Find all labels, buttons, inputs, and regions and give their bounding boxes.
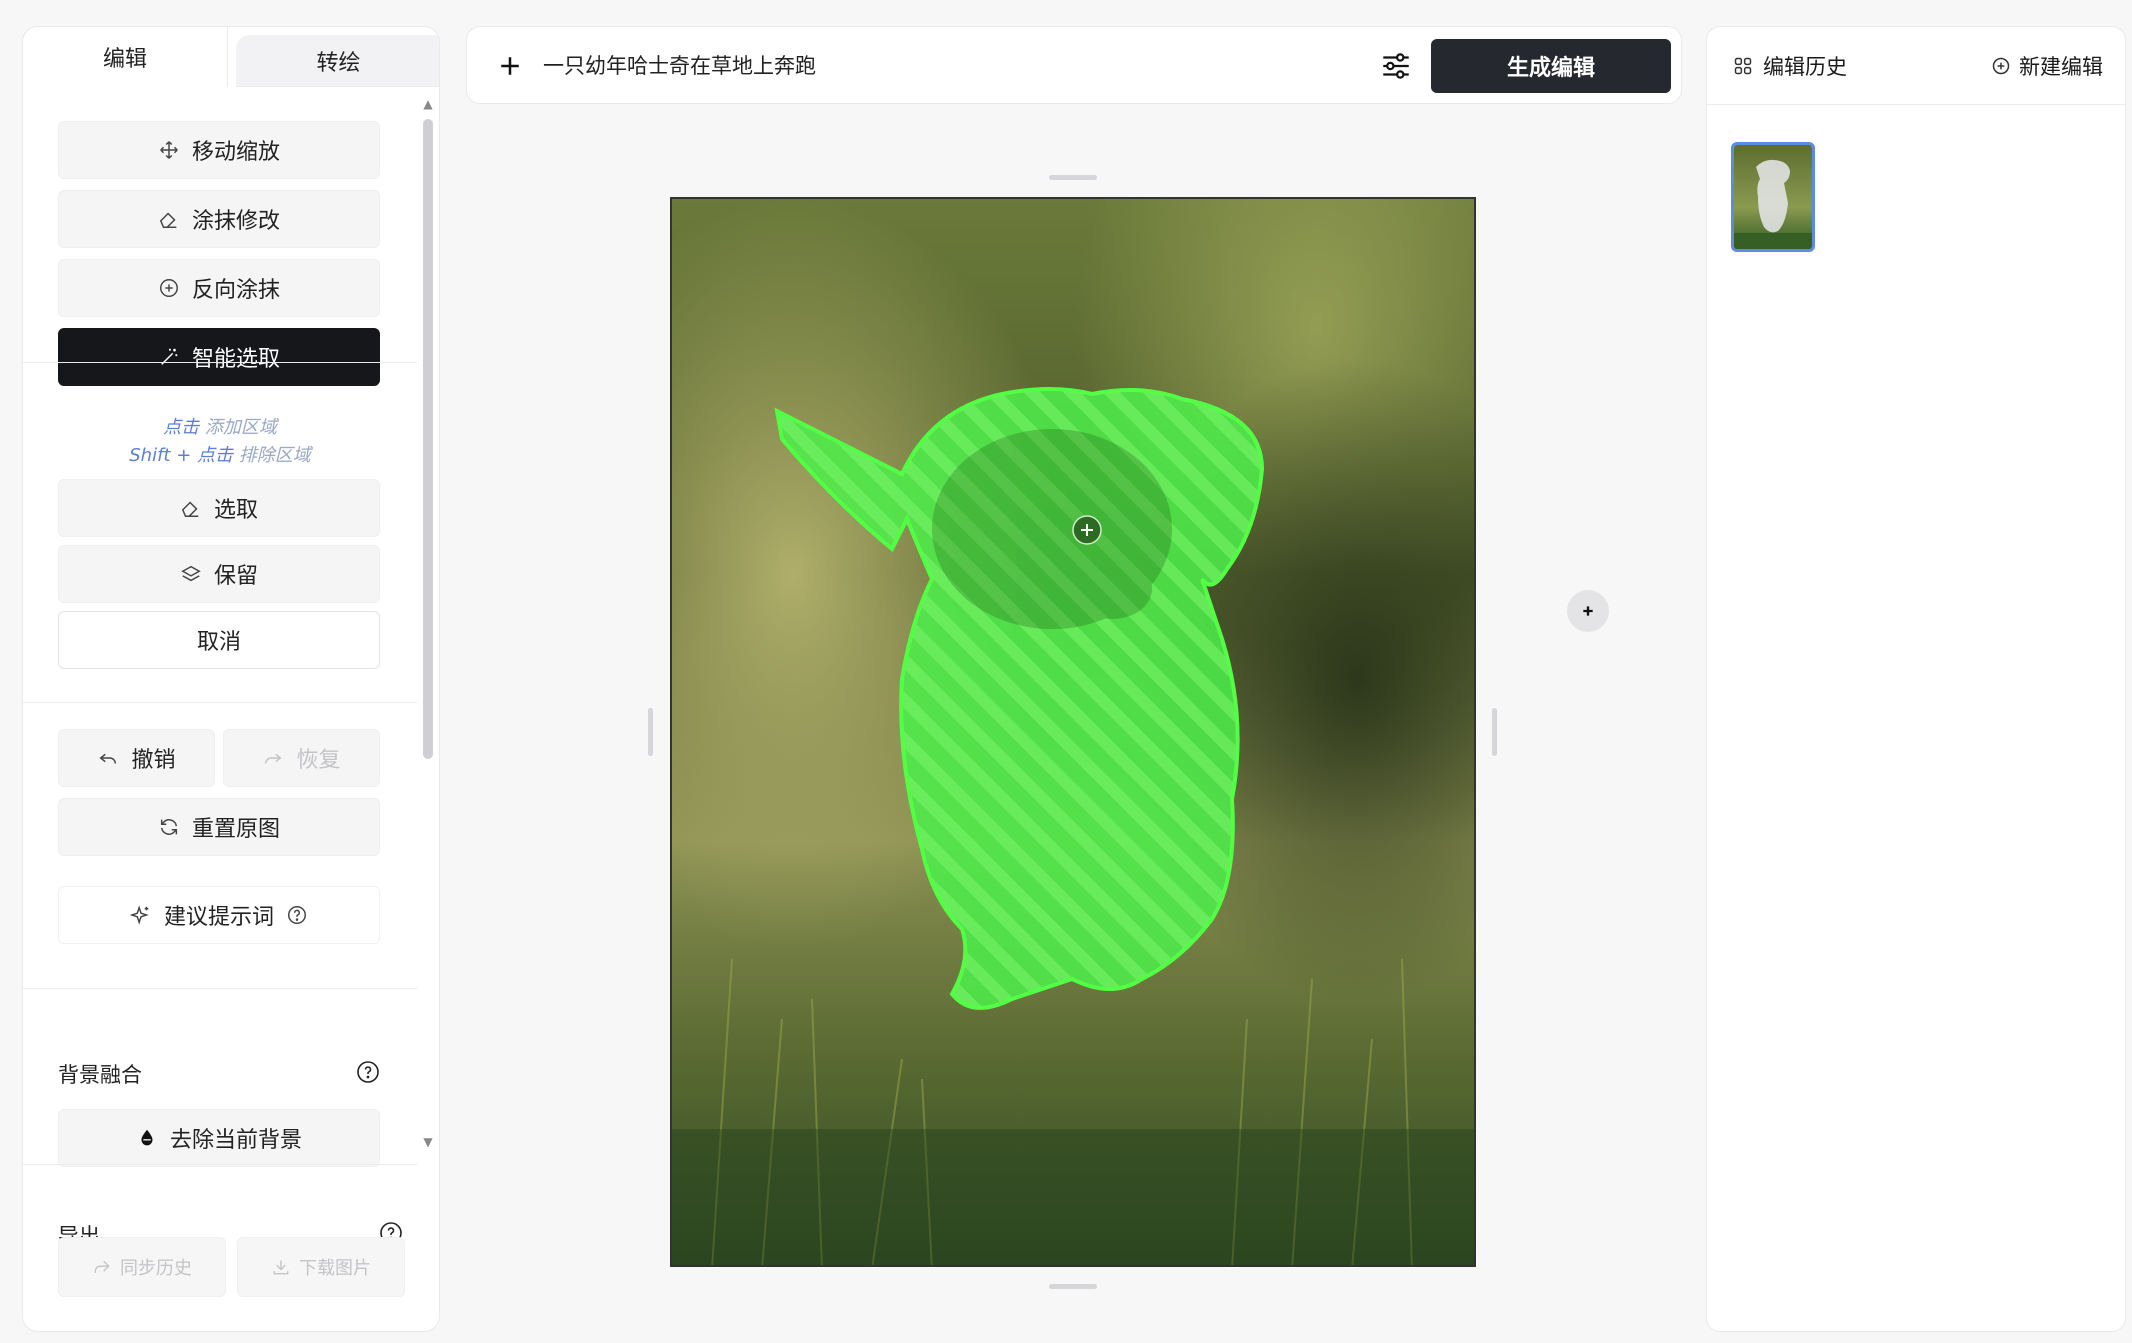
redo-button[interactable]: 恢复: [223, 729, 380, 787]
sync-history-button[interactable]: 同步历史: [58, 1237, 226, 1297]
divider: [23, 1164, 417, 1165]
undo-icon: [99, 753, 117, 764]
brush-button[interactable]: 涂抹修改: [58, 190, 380, 248]
hint-exclude-label: 排除区域: [233, 445, 311, 466]
resize-handle-left[interactable]: [648, 708, 653, 756]
undo-button[interactable]: 撤销: [58, 729, 215, 787]
resize-handle-bottom[interactable]: [1049, 1284, 1097, 1289]
remove-background-button[interactable]: 去除当前背景: [58, 1109, 380, 1167]
redo-label: 恢复: [296, 748, 341, 773]
edit-canvas[interactable]: [670, 197, 1476, 1267]
download-icon: [273, 1260, 289, 1275]
help-icon[interactable]: [286, 904, 308, 926]
reset-image-label: 重置原图: [191, 817, 280, 842]
eraser-icon: [181, 501, 199, 517]
divider: [23, 702, 417, 703]
hint-exclude: Shift + 点击 排除区域: [23, 441, 417, 467]
scroll-up-arrow[interactable]: ▲: [421, 97, 435, 111]
download-image-label: 下载图片: [299, 1258, 371, 1279]
magic-wand-icon: [161, 348, 178, 365]
history-title: 编辑历史: [1733, 51, 1847, 81]
keep-label: 保留: [213, 564, 258, 589]
panel-tabs: 编辑 转绘: [23, 27, 439, 87]
inverse-brush-label: 反向涂抹: [191, 278, 280, 303]
help-icon[interactable]: [356, 1060, 380, 1084]
add-panel-button[interactable]: [1567, 590, 1609, 632]
scrollbar-thumb[interactable]: [423, 119, 433, 759]
tab-redraw[interactable]: 转绘: [236, 35, 439, 87]
select-label: 选取: [213, 498, 258, 523]
cancel-button[interactable]: 取消: [58, 611, 380, 669]
hint-add: 点击 添加区域: [23, 413, 417, 439]
plus-circle-icon: [1992, 57, 2010, 75]
generate-edit-button[interactable]: 生成编辑: [1431, 39, 1671, 93]
new-edit-button[interactable]: 新建编辑: [1991, 51, 2103, 81]
prompt-input[interactable]: [543, 47, 1263, 83]
download-image-button[interactable]: 下载图片: [237, 1237, 405, 1297]
inverse-brush-button[interactable]: 反向涂抹: [58, 259, 380, 317]
layers-icon: [181, 565, 201, 582]
remove-background-label: 去除当前背景: [169, 1128, 302, 1153]
plus-icon: [1583, 606, 1593, 616]
scroll-down-arrow[interactable]: ▼: [421, 1135, 435, 1149]
hint-shift-click: Shift + 点击: [129, 445, 234, 466]
resize-handle-top[interactable]: [1049, 175, 1097, 180]
grid-icon: [1734, 57, 1752, 75]
hint-click: 点击: [163, 417, 200, 438]
background-blend-title: 背景融合: [58, 1063, 142, 1087]
divider: [23, 988, 417, 989]
new-edit-label: 新建编辑: [2019, 55, 2103, 79]
resize-handle-right[interactable]: [1492, 708, 1497, 756]
redo-icon: [265, 753, 282, 764]
history-header: 编辑历史 新建编辑: [1707, 27, 2125, 105]
smart-select-label: 智能选取: [191, 347, 280, 372]
keep-button[interactable]: 保留: [58, 545, 380, 603]
cancel-label: 取消: [196, 630, 241, 655]
suggest-prompt-label: 建议提示词: [163, 905, 274, 930]
drop-icon: [141, 1129, 153, 1146]
tab-edit[interactable]: 编辑: [23, 27, 228, 87]
eraser-icon: [159, 212, 177, 228]
suggest-prompt-button[interactable]: 建议提示词: [58, 886, 380, 944]
sparkle-icon: [129, 905, 149, 925]
smart-select-button[interactable]: 智能选取: [58, 328, 380, 386]
history-panel: 编辑历史 新建编辑: [1706, 26, 2126, 1332]
prompt-bar: 生成编辑: [466, 26, 1682, 104]
hint-add-label: 添加区域: [199, 417, 277, 438]
plus-circle-icon: [160, 279, 178, 297]
history-thumbnail[interactable]: [1731, 142, 1815, 252]
left-panel: 编辑 转绘 ▲ ▼ 移动缩放 涂抹修改 反向涂抹 智能选取 点击 添加区域 Sh…: [22, 26, 440, 1332]
history-title-label: 编辑历史: [1763, 55, 1847, 79]
refresh-icon: [160, 819, 178, 835]
sliders-icon[interactable]: [1379, 49, 1413, 83]
undo-label: 撤销: [131, 748, 176, 773]
plus-icon[interactable]: [495, 51, 525, 81]
thumbnail-image: [1734, 145, 1812, 249]
photo-with-mask[interactable]: [672, 199, 1476, 1267]
move-zoom-button[interactable]: 移动缩放: [58, 121, 380, 179]
move-icon: [160, 141, 178, 159]
divider: [23, 362, 417, 363]
brush-label: 涂抹修改: [191, 209, 280, 234]
move-zoom-label: 移动缩放: [191, 140, 280, 165]
reset-image-button[interactable]: 重置原图: [58, 798, 380, 856]
select-button[interactable]: 选取: [58, 479, 380, 537]
sync-history-label: 同步历史: [120, 1258, 192, 1279]
share-icon: [94, 1260, 110, 1273]
